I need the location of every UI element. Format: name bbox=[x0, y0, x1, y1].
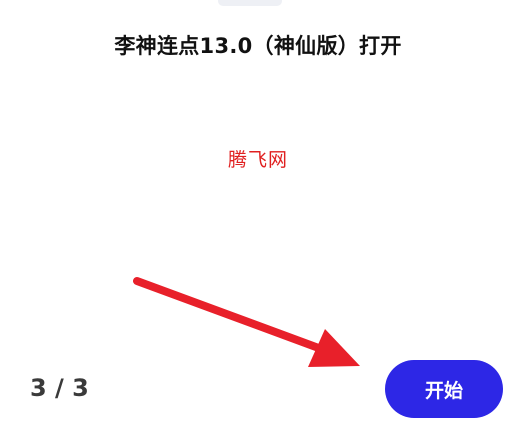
annotation-arrow-shaft bbox=[133, 277, 328, 354]
annotation-arrow-head bbox=[308, 329, 360, 367]
page-counter: 3 / 3 bbox=[30, 374, 89, 402]
annotation-arrow bbox=[133, 277, 360, 367]
watermark-text: 腾飞网 bbox=[227, 149, 288, 171]
top-handle bbox=[218, 0, 282, 6]
start-button[interactable]: 开始 bbox=[385, 360, 503, 418]
page-title: 李神连点13.0（神仙版）打开 bbox=[114, 34, 402, 58]
